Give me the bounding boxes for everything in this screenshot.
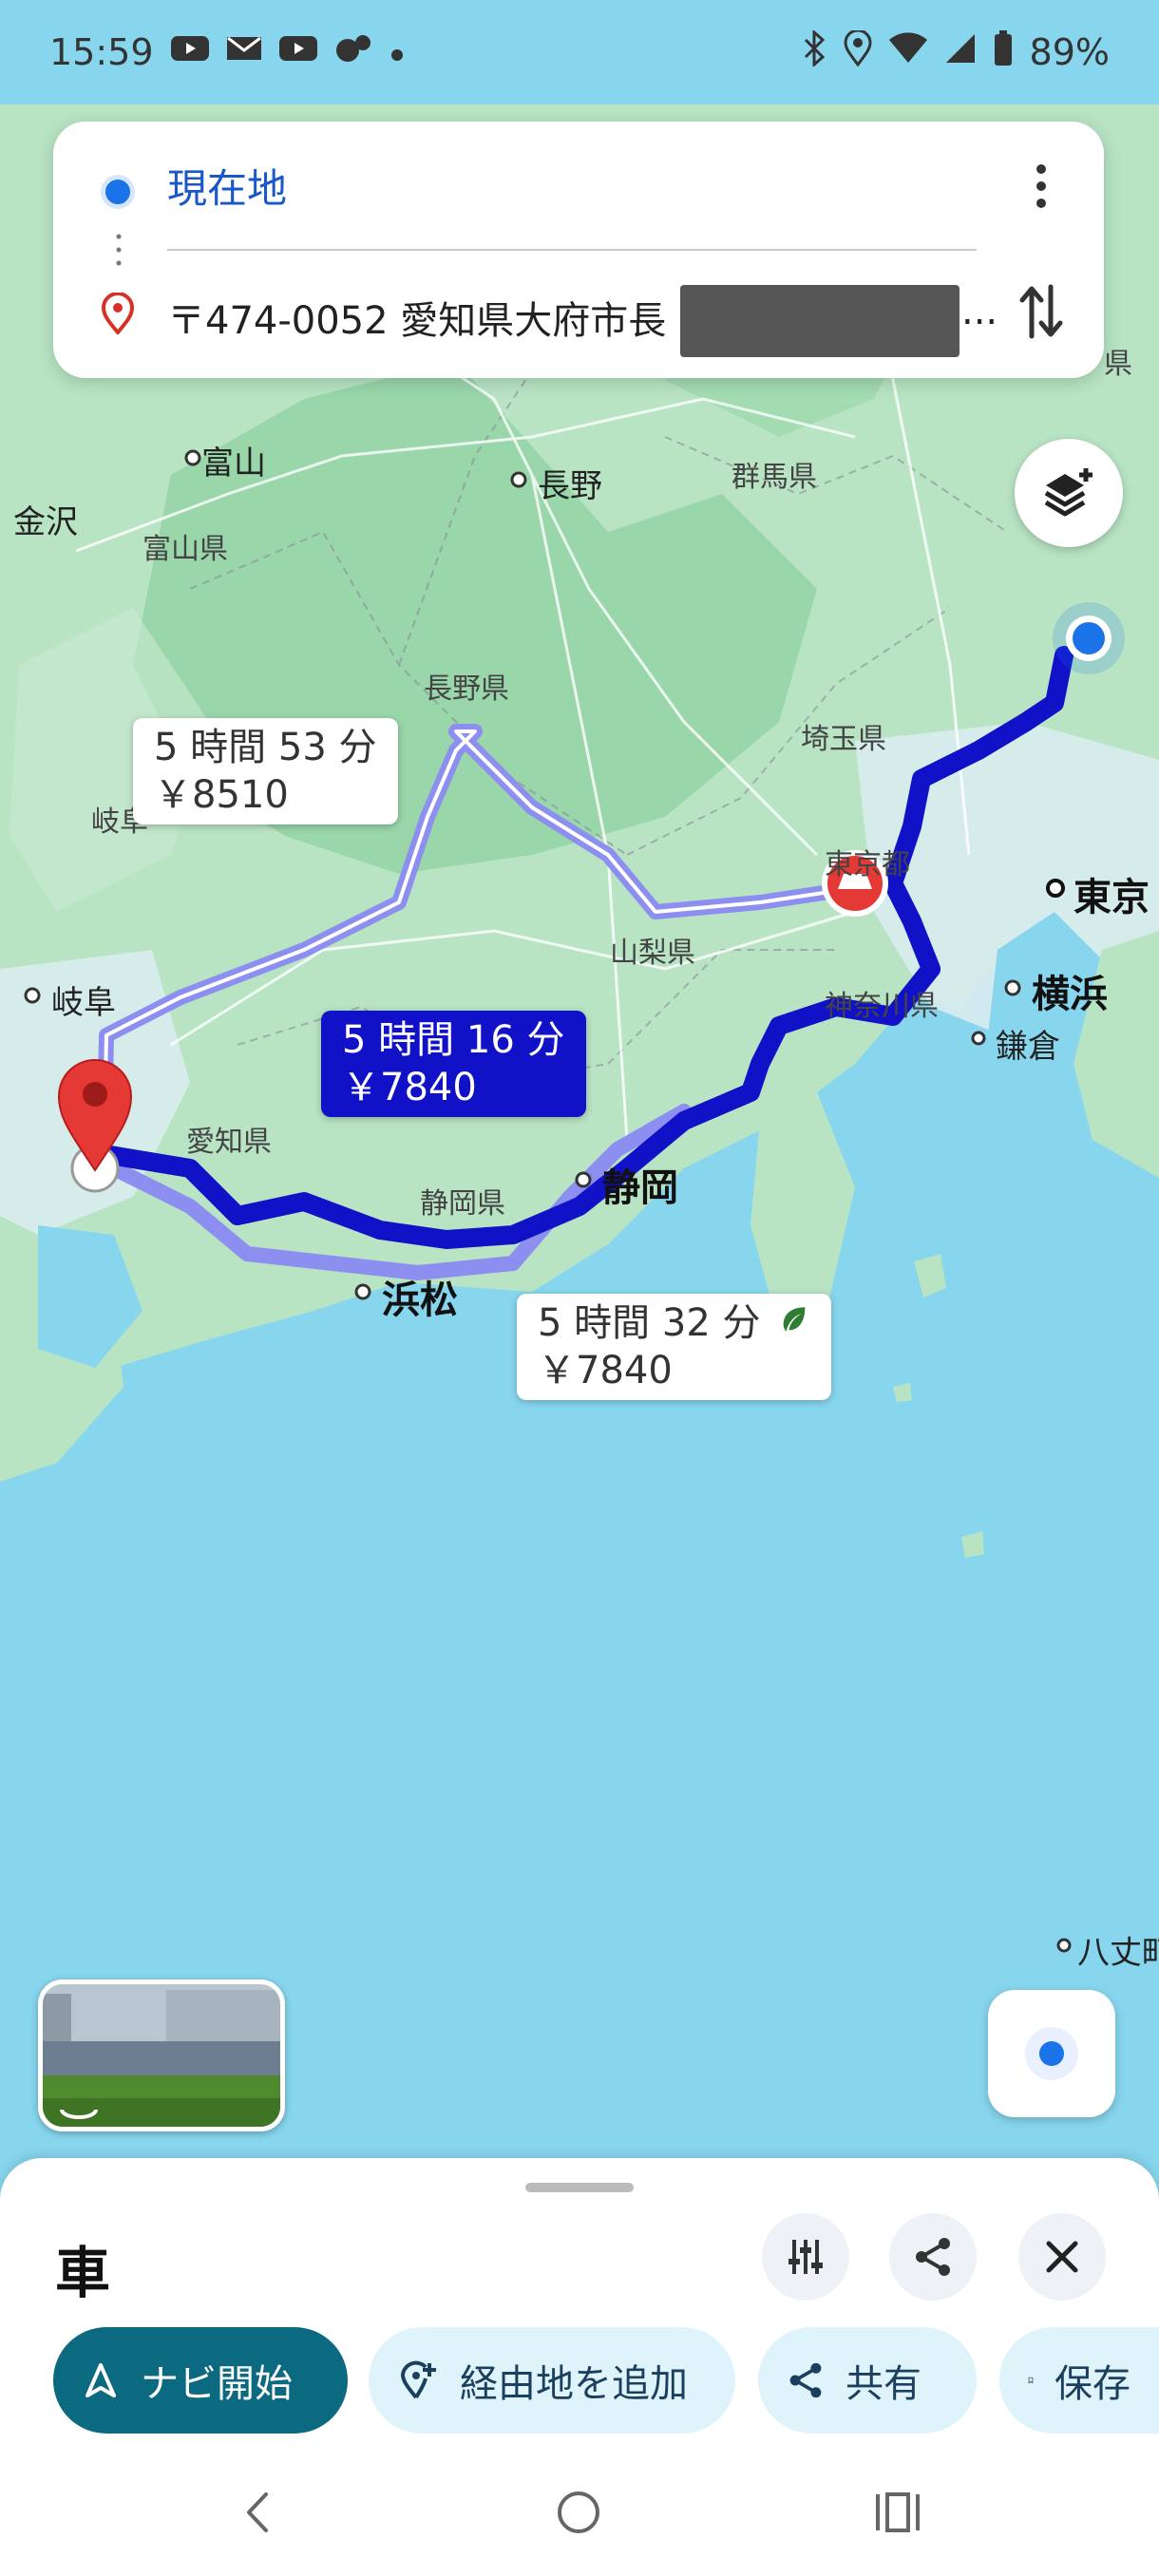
navigate-button[interactable]: ナビ開始 xyxy=(53,2327,348,2434)
dot-icon xyxy=(390,33,405,71)
bookmark-icon xyxy=(1028,2377,1034,2384)
route-toll: ￥7840 xyxy=(342,1066,477,1109)
location-icon xyxy=(844,28,872,75)
add-stop-label: 経由地を追加 xyxy=(460,2362,688,2406)
battery-percent: 89% xyxy=(1029,31,1110,73)
mail-icon xyxy=(226,33,262,71)
label-yokohama: 横浜 xyxy=(1032,973,1108,1016)
share-label: 共有 xyxy=(846,2362,922,2406)
destination-pin-center xyxy=(83,1082,107,1107)
youtube-icon xyxy=(170,33,209,71)
label-nagano-pref: 長野県 xyxy=(424,672,509,706)
route-duration: 5 時間 16 分 xyxy=(342,1018,565,1062)
add-stop-button[interactable]: 経由地を追加 xyxy=(369,2327,735,2434)
youtube-icon xyxy=(278,33,317,71)
label-hamamatsu: 浜松 xyxy=(382,1279,458,1322)
add-stop-pin-icon xyxy=(400,2360,436,2399)
origin-field[interactable]: 現在地 xyxy=(167,157,287,215)
route-bubble-3[interactable]: 5 時間 32 分 ￥7840 xyxy=(517,1294,831,1400)
home-icon[interactable] xyxy=(555,2489,602,2536)
layers-icon xyxy=(1044,468,1092,517)
back-icon[interactable] xyxy=(239,2489,277,2536)
sheet-drag-handle[interactable] xyxy=(525,2183,634,2192)
city-dot-toyama xyxy=(184,449,201,466)
close-icon xyxy=(1046,2241,1078,2273)
label-ken: 県 xyxy=(1104,348,1132,381)
status-bar: 15:59 89% xyxy=(0,0,1159,104)
destination-ellipsis: ... xyxy=(961,290,998,333)
label-toyama: 富山 xyxy=(201,445,266,483)
label-aichi: 愛知県 xyxy=(186,1126,272,1159)
signal-icon xyxy=(944,32,977,73)
tune-icon xyxy=(788,2240,823,2274)
route-duration: 5 時間 32 分 xyxy=(538,1301,761,1345)
my-location-icon xyxy=(1025,2027,1078,2080)
city-dot-kamakura xyxy=(971,1031,986,1046)
route-toll: ￥8510 xyxy=(154,773,289,817)
share-icon xyxy=(789,2362,822,2398)
city-dot-yokohama xyxy=(1004,979,1021,996)
eco-leaf-icon xyxy=(778,1299,810,1347)
street-view-thumbnail[interactable] xyxy=(38,1979,285,2131)
label-shizuoka: 静岡 xyxy=(602,1166,678,1210)
recents-icon[interactable] xyxy=(874,2489,922,2536)
label-gifu: 岐阜 xyxy=(51,984,116,1022)
label-nagano: 長野 xyxy=(538,467,602,505)
route-duration: 5 時間 53 分 xyxy=(154,726,377,769)
swap-icon[interactable] xyxy=(1016,281,1066,342)
city-dot-nagano xyxy=(510,471,527,488)
my-location-button[interactable] xyxy=(988,1990,1115,2117)
route-toll: ￥7840 xyxy=(538,1349,673,1392)
close-button[interactable] xyxy=(1018,2213,1106,2301)
navigate-label: ナビ開始 xyxy=(141,2362,293,2406)
label-kanagawa: 神奈川県 xyxy=(825,990,939,1023)
bluetooth-icon xyxy=(802,28,826,75)
share-button[interactable]: 共有 xyxy=(758,2327,977,2434)
label-kamakura: 鎌倉 xyxy=(996,1028,1060,1066)
label-shizuoka-pref: 静岡県 xyxy=(420,1187,505,1221)
city-dot-gifu xyxy=(24,987,41,1004)
share-route-button[interactable] xyxy=(889,2213,977,2301)
more-options-icon[interactable] xyxy=(1026,161,1056,211)
destination-marker-icon xyxy=(101,293,135,334)
label-hachijo: 八丈町 xyxy=(1077,1934,1159,1972)
navigation-arrow-icon xyxy=(86,2363,116,2397)
share-icon xyxy=(916,2238,950,2276)
origin-dot-icon xyxy=(101,175,135,209)
label-toyama-pref: 富山県 xyxy=(142,533,228,566)
city-dot-tokyo xyxy=(1046,879,1065,898)
layers-button[interactable] xyxy=(1015,439,1123,547)
save-button[interactable]: 保存 xyxy=(999,2327,1159,2434)
label-tokyo-pref: 東京都 xyxy=(825,848,910,881)
redaction-box xyxy=(680,285,960,357)
route-options-button[interactable] xyxy=(762,2213,849,2301)
battery-icon xyxy=(994,29,1013,75)
origin-location-dot[interactable] xyxy=(1073,622,1105,654)
status-time: 15:59 xyxy=(49,31,154,73)
city-dot-shizuoka xyxy=(575,1171,592,1188)
jimoty-icon xyxy=(334,31,372,74)
label-tokyo: 東京 xyxy=(1074,876,1150,919)
field-divider xyxy=(167,249,977,251)
travel-mode-title: 車 xyxy=(55,2241,111,2305)
city-dot-hamamatsu xyxy=(354,1283,371,1300)
label-yamanashi: 山梨県 xyxy=(610,937,695,970)
label-kanazawa: 金沢 xyxy=(13,503,78,541)
label-gunma: 群馬県 xyxy=(732,461,817,494)
label-saitama: 埼玉県 xyxy=(801,723,886,756)
route-bubble-1[interactable]: 5 時間 53 分 ￥8510 xyxy=(133,718,398,824)
save-label: 保存 xyxy=(1054,2362,1130,2406)
route-bubble-selected[interactable]: 5 時間 16 分 ￥7840 xyxy=(321,1011,586,1117)
destination-field[interactable]: 〒474-0052 愛知県大府市長 xyxy=(167,290,666,345)
route-dots xyxy=(116,230,122,272)
city-dot-hachijo xyxy=(1056,1938,1072,1953)
wifi-icon xyxy=(888,31,927,73)
